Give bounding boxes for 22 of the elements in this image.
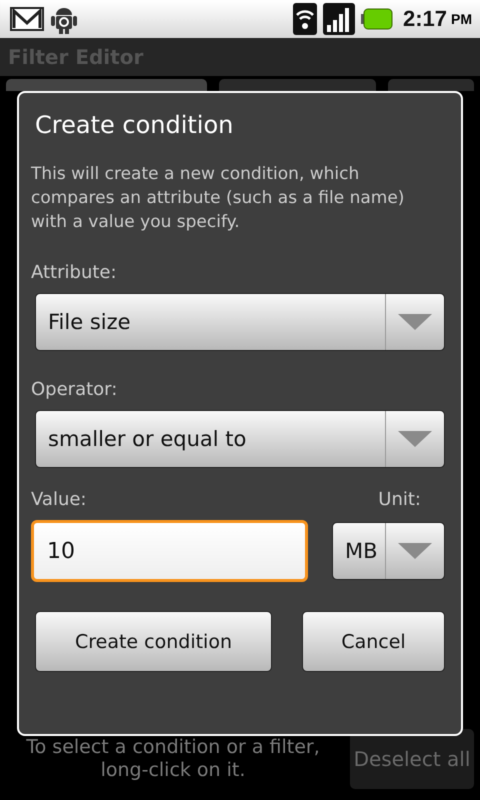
dropdown[interactable]: smaller or equal to xyxy=(35,410,445,468)
clock-period: PM xyxy=(451,11,472,27)
clock-time: 2:17 xyxy=(402,6,447,32)
field-label: Operator: xyxy=(31,379,118,400)
dropdown[interactable]: MB xyxy=(332,522,445,580)
dropdown[interactable]: File size xyxy=(35,293,445,351)
caret-icon xyxy=(398,543,432,559)
field-label: Attribute: xyxy=(31,262,118,283)
field-label: Unit: xyxy=(378,489,421,510)
hint-text: To select a condition or a filter, long-click on it. xyxy=(25,736,321,782)
caret-icon xyxy=(398,431,432,447)
dialog-message: This will create a new condition, which compares an attribute (such as a file name) with a value you specify. xyxy=(31,163,406,234)
input-field[interactable]: 10 xyxy=(31,520,308,582)
cancel-button[interactable]: Cancel xyxy=(302,611,445,672)
battery-icon xyxy=(360,8,393,30)
signal-icon xyxy=(322,3,355,35)
field-label: Value: xyxy=(31,489,86,510)
wifi-icon xyxy=(292,3,317,35)
caret-icon xyxy=(398,314,432,330)
dialog-title: Create condition xyxy=(34,110,234,137)
mail-icon xyxy=(10,7,44,31)
create-button[interactable]: Create condition xyxy=(35,611,272,672)
